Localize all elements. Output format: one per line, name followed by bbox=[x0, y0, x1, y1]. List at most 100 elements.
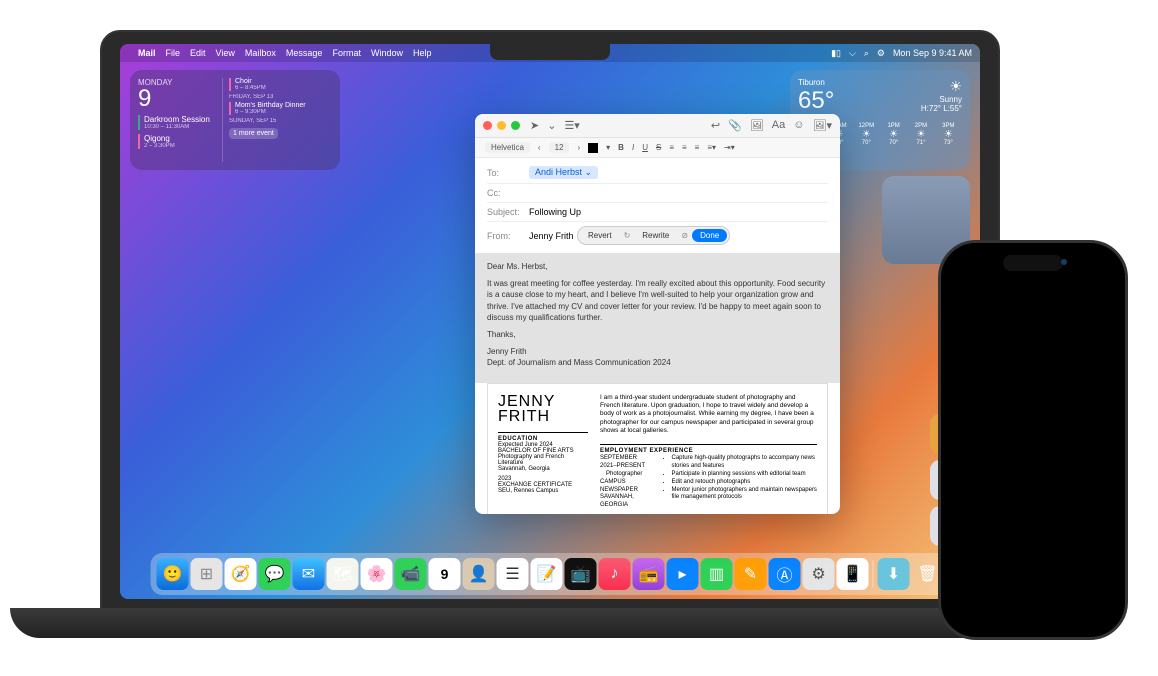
send-icon[interactable]: ➤ bbox=[530, 119, 539, 132]
weather-city: Tiburon bbox=[798, 78, 834, 87]
calendar-upcoming-item: Mom's Birthday Dinner 6 – 9:30PM bbox=[229, 102, 332, 115]
music-icon[interactable]: ♪ bbox=[599, 558, 631, 590]
format-text-icon[interactable]: Aa bbox=[772, 119, 785, 132]
underline-icon[interactable]: U bbox=[642, 143, 648, 152]
iphone-dynamic-island bbox=[1003, 255, 1063, 271]
window-close-button[interactable] bbox=[483, 121, 492, 130]
reply-icon[interactable]: ↩ bbox=[711, 119, 720, 132]
calendar-icon[interactable]: 9 bbox=[429, 558, 461, 590]
subject-label: Subject: bbox=[487, 207, 529, 217]
tv-icon[interactable]: 📺 bbox=[565, 558, 597, 590]
calendar-date: 9 bbox=[138, 87, 216, 111]
rewrite-button[interactable]: Rewrite bbox=[634, 229, 677, 242]
control-center-icon[interactable]: ⚙ bbox=[877, 48, 885, 59]
to-label: To: bbox=[487, 168, 529, 178]
menubar-item-window[interactable]: Window bbox=[371, 48, 403, 58]
body-paragraph: It was great meeting for coffee yesterda… bbox=[487, 278, 828, 323]
revert-button[interactable]: Revert bbox=[580, 229, 620, 242]
calendar-more-events[interactable]: 1 more event bbox=[229, 128, 278, 139]
body-greeting: Dear Ms. Herbst, bbox=[487, 261, 828, 272]
body-signature-line: Dept. of Journalism and Mass Communicati… bbox=[487, 357, 828, 368]
safari-icon[interactable]: 🧭 bbox=[225, 558, 257, 590]
battery-icon[interactable]: ▮▯ bbox=[831, 48, 841, 59]
body-closing: Thanks, bbox=[487, 329, 828, 340]
mail-titlebar[interactable]: ➤ ⌄ ☰▾ ↩ 📎 🖼 Aa ☺ 🖼▾ bbox=[475, 114, 840, 138]
menubar-item-view[interactable]: View bbox=[216, 48, 235, 58]
pages-icon[interactable]: ✎ bbox=[735, 558, 767, 590]
notes-icon[interactable]: 📝 bbox=[531, 558, 563, 590]
font-size-select[interactable]: 12 bbox=[549, 142, 570, 153]
emoji-icon[interactable]: ☺ bbox=[793, 119, 804, 132]
text-color-swatch[interactable] bbox=[588, 143, 598, 153]
bold-icon[interactable]: B bbox=[618, 143, 624, 152]
resume-name-line1: JENNY bbox=[498, 394, 588, 409]
resume-bullets: Capture high-quality photographs to acco… bbox=[662, 455, 817, 510]
window-minimize-button[interactable] bbox=[497, 121, 506, 130]
resume-name-line2: FRITH bbox=[498, 409, 588, 424]
menubar-item-help[interactable]: Help bbox=[413, 48, 432, 58]
desktop-screen: Mail File Edit View Mailbox Message Form… bbox=[120, 44, 980, 599]
reminders-icon[interactable]: ☰ bbox=[497, 558, 529, 590]
rewrite-options-icon[interactable]: ⊘ bbox=[681, 231, 688, 240]
list-icon[interactable]: ≡▾ bbox=[707, 143, 716, 152]
indent-icon[interactable]: ⇥▾ bbox=[724, 143, 735, 152]
menubar-datetime[interactable]: Mon Sep 9 9:41 AM bbox=[893, 48, 972, 58]
resume-attachment-preview[interactable]: JENNY FRITH EDUCATION Expected June 2024… bbox=[487, 383, 828, 515]
menubar-item-mailbox[interactable]: Mailbox bbox=[245, 48, 276, 58]
attach-icon[interactable]: 📎 bbox=[728, 119, 742, 132]
align-right-icon[interactable]: ≡ bbox=[695, 143, 700, 152]
downloads-icon[interactable]: ⬇ bbox=[878, 558, 910, 590]
recipient-pill[interactable]: Andi Herbst ⌄ bbox=[529, 166, 598, 179]
italic-icon[interactable]: I bbox=[632, 143, 634, 152]
photos-icon[interactable]: 🌸 bbox=[361, 558, 393, 590]
dock-separator bbox=[873, 560, 874, 588]
calendar-widget[interactable]: MONDAY 9 Darkroom Session 10:30 – 11:30A… bbox=[130, 70, 340, 170]
header-fields-icon[interactable]: ☰▾ bbox=[564, 119, 579, 132]
menubar-item-edit[interactable]: Edit bbox=[190, 48, 206, 58]
resume-education-title: EDUCATION bbox=[498, 432, 588, 442]
mail-compose-window: ➤ ⌄ ☰▾ ↩ 📎 🖼 Aa ☺ 🖼▾ Helvetica ‹ 12 › bbox=[475, 114, 840, 514]
menubar-item-message[interactable]: Message bbox=[286, 48, 323, 58]
window-zoom-button[interactable] bbox=[511, 121, 520, 130]
appstore-icon[interactable]: Ⓐ bbox=[769, 558, 801, 590]
done-button[interactable]: Done bbox=[692, 229, 727, 242]
iphone-device bbox=[938, 240, 1128, 640]
numbers-icon[interactable]: ▥ bbox=[701, 558, 733, 590]
mail-icon[interactable]: ✉ bbox=[293, 558, 325, 590]
subject-field[interactable]: Following Up bbox=[529, 207, 581, 217]
calendar-day-label: MONDAY bbox=[138, 78, 216, 87]
align-left-icon[interactable]: ≡ bbox=[669, 143, 674, 152]
menubar-app-name[interactable]: Mail bbox=[138, 48, 156, 58]
weather-hilo: H:72° L:55° bbox=[921, 104, 962, 113]
event-title: Qigong bbox=[144, 134, 216, 143]
calendar-event: Qigong 2 – 3:30PM bbox=[138, 134, 216, 149]
chevron-down-icon[interactable]: ⌄ bbox=[547, 119, 556, 132]
macbook-frame: Mail File Edit View Mailbox Message Form… bbox=[100, 30, 1000, 610]
from-value[interactable]: Jenny Frith bbox=[529, 231, 573, 241]
wifi-icon[interactable]: ⌵ bbox=[849, 48, 856, 59]
facetime-icon[interactable]: 📹 bbox=[395, 558, 427, 590]
revert-cycle-icon[interactable]: ↻ bbox=[624, 231, 631, 240]
menubar-item-file[interactable]: File bbox=[166, 48, 181, 58]
settings-icon[interactable]: ⚙ bbox=[803, 558, 835, 590]
podcasts-icon[interactable]: 📻 bbox=[633, 558, 665, 590]
strikethrough-icon[interactable]: S bbox=[656, 143, 661, 152]
iphone-mirroring-icon[interactable]: 📱 bbox=[837, 558, 869, 590]
event-title: Darkroom Session bbox=[144, 115, 216, 124]
keynote-icon[interactable]: ▸ bbox=[667, 558, 699, 590]
menubar-item-format[interactable]: Format bbox=[332, 48, 361, 58]
maps-icon[interactable]: 🗺 bbox=[327, 558, 359, 590]
mail-body-editor[interactable]: Dear Ms. Herbst, It was great meeting fo… bbox=[475, 253, 840, 383]
messages-icon[interactable]: 💬 bbox=[259, 558, 291, 590]
calendar-section-header: FRIDAY, SEP 13 bbox=[229, 94, 332, 100]
event-time: 2 – 3:30PM bbox=[144, 143, 216, 149]
image-icon[interactable]: 🖼 bbox=[750, 119, 764, 132]
align-center-icon[interactable]: ≡ bbox=[682, 143, 687, 152]
photo-browser-icon[interactable]: 🖼▾ bbox=[813, 119, 833, 132]
resume-intro: I am a third-year student undergraduate … bbox=[600, 394, 817, 436]
spotlight-icon[interactable]: ⌕ bbox=[864, 48, 869, 59]
finder-icon[interactable]: 🙂 bbox=[157, 558, 189, 590]
launchpad-icon[interactable]: ⊞ bbox=[191, 558, 223, 590]
font-name-select[interactable]: Helvetica bbox=[485, 142, 530, 153]
contacts-icon[interactable]: 👤 bbox=[463, 558, 495, 590]
